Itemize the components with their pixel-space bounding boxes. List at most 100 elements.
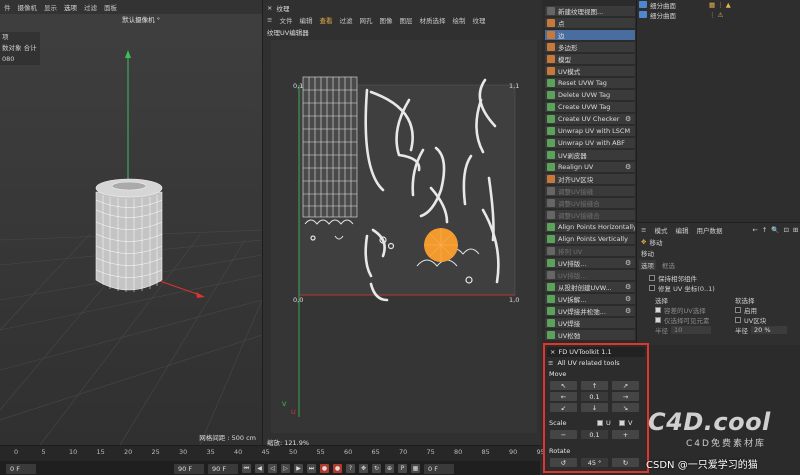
command-item[interactable]: Create UVW Tag [545, 102, 635, 113]
last-frame-icon[interactable]: ⏭ [307, 464, 316, 473]
menu-icon[interactable]: ≡ [641, 226, 646, 234]
command-item[interactable]: 新建纹理视图... [545, 6, 635, 17]
attr-menu-2[interactable]: 用户数据 [696, 225, 722, 235]
move-up-button[interactable]: ↑ [581, 381, 608, 390]
menu-icon[interactable]: ≡ [548, 359, 553, 367]
opt-visible-only[interactable]: 仅选择可见元素 [655, 315, 710, 325]
scale-down-button[interactable]: − [550, 430, 577, 439]
object-row[interactable]: 细分曲面 ▦ ⋮ ▲ [639, 0, 731, 10]
uv-menu-1[interactable]: 编辑 [299, 15, 312, 25]
command-item[interactable]: UV剥皮器 [545, 150, 635, 161]
command-item[interactable]: UV松弛 [545, 330, 635, 341]
radius-field[interactable]: 10 [671, 326, 711, 334]
gear-icon[interactable]: ⚙ [625, 163, 633, 171]
command-item[interactable]: Reset UVW Tag [545, 78, 635, 89]
param-key-icon[interactable]: P [398, 464, 407, 473]
play-reverse-icon[interactable]: ◁ [268, 464, 277, 473]
uv-menu-4[interactable]: 网孔 [359, 15, 372, 25]
opt-keep-adjacent[interactable]: 保持相邻组件 [649, 273, 697, 283]
soft-radius[interactable]: 半径 20 % [735, 325, 787, 335]
checkbox[interactable] [655, 317, 661, 323]
uv-menu-8[interactable]: 绘制 [452, 15, 465, 25]
command-item[interactable]: UV焊接并松弛... ⚙ [545, 306, 635, 317]
scale-up-button[interactable]: + [612, 430, 639, 439]
uv-menu-7[interactable]: 材质选择 [419, 15, 445, 25]
selection-radius[interactable]: 半径 10 [655, 325, 711, 335]
scale-step-field[interactable]: 0.1 [581, 430, 608, 439]
checkbox[interactable] [619, 420, 625, 426]
checkbox[interactable] [649, 275, 655, 281]
end-frame-field[interactable]: 90 F [174, 463, 204, 474]
timeline-ruler[interactable]: 0 5 10 15 20 25 30 35 40 45 50 55 60 65 70 75 80 85 90 95 [0, 446, 545, 461]
uv-menu-9[interactable]: 纹理 [472, 15, 485, 25]
prev-key-icon[interactable]: ◀ [255, 464, 264, 473]
viewport-menu-4[interactable]: 过滤 [84, 2, 97, 12]
rotate-step-field[interactable]: 45 ° [581, 458, 608, 467]
opt-tolerance-select[interactable]: 容差的UV选择 [655, 305, 706, 315]
command-item[interactable]: Realign UV ⚙ [545, 162, 635, 173]
rotate-key-icon[interactable]: ↻ [372, 464, 381, 473]
gear-icon[interactable]: ⚙ [625, 295, 633, 303]
command-item[interactable]: 调整UV接缝合 [545, 210, 635, 221]
viewport-menu-0[interactable]: 件 [4, 2, 11, 12]
command-item[interactable]: UV焊接 [545, 318, 635, 329]
uv-canvas[interactable]: 0,1 1,1 0,0 1,0 U V [271, 40, 537, 433]
viewport-menu-1[interactable]: 摄像机 [18, 2, 38, 12]
3d-viewport[interactable]: 件 摄像机 显示 选项 过滤 面板 默认摄像机 ° 项 数对象 合计 080 网… [0, 0, 262, 445]
rotate-ccw-button[interactable]: ↺ [550, 458, 577, 467]
command-item[interactable]: 边 [545, 30, 635, 41]
scale-v-toggle[interactable]: V [619, 419, 632, 427]
scale-u-toggle[interactable]: U [597, 419, 611, 427]
command-item[interactable]: Delete UVW Tag [545, 90, 635, 101]
object-row[interactable]: 细分曲面 ⋮ ⚠ [639, 10, 723, 20]
move-left-button[interactable]: ← [550, 392, 577, 401]
menu-icon[interactable]: ≡ [267, 16, 272, 24]
command-item[interactable]: UV排版... ⚙ [545, 258, 635, 269]
uv-menu-3[interactable]: 过滤 [339, 15, 352, 25]
command-item[interactable]: 点 [545, 18, 635, 29]
move-up-left-button[interactable]: ↖ [550, 381, 577, 390]
uv-layout[interactable] [271, 40, 537, 433]
gear-icon[interactable]: ⚙ [625, 115, 633, 123]
preview-end-field[interactable]: 90 F [208, 463, 238, 474]
checkbox[interactable] [735, 317, 741, 323]
command-item[interactable]: Align Points Horizontally [545, 222, 635, 233]
command-item[interactable]: Align Points Vertically [545, 234, 635, 245]
checkbox[interactable] [597, 420, 603, 426]
grid-key-icon[interactable]: ▦ [411, 464, 420, 473]
start-frame-field[interactable]: 0 F [6, 463, 36, 474]
nav-arrows-icon[interactable]: ←↑🔍⊡⊞ [752, 226, 800, 234]
command-item[interactable]: UV排版... [545, 270, 635, 281]
checkbox[interactable] [735, 307, 741, 313]
play-icon[interactable]: ▷ [281, 464, 290, 473]
opt-fix-uv[interactable]: 修复 UV 坐标(0..1) [649, 283, 715, 293]
tab-options[interactable]: 选项 [639, 260, 656, 270]
command-item[interactable]: Unwrap UV with LSCM [545, 126, 635, 137]
viewport-menu-3[interactable]: 选项 [64, 2, 77, 12]
uv-menu-0[interactable]: 文件 [279, 15, 292, 25]
viewport-menu-5[interactable]: 面板 [104, 2, 117, 12]
next-key-icon[interactable]: ▶ [294, 464, 303, 473]
gear-icon[interactable]: ⚙ [625, 307, 633, 315]
command-item[interactable]: 对齐UV区块 [545, 174, 635, 185]
command-item[interactable]: 排列 UV [545, 246, 635, 257]
command-item[interactable]: 调整UV接缝 [545, 186, 635, 197]
command-item[interactable]: 模型 [545, 54, 635, 65]
move-key-icon[interactable]: ✥ [359, 464, 368, 473]
move-down-right-button[interactable]: ↘ [612, 403, 639, 412]
record-icon[interactable]: ● [320, 464, 329, 473]
first-frame-icon[interactable]: ⏮ [242, 464, 251, 473]
viewport-scene[interactable] [0, 0, 262, 445]
move-step-field[interactable]: 0.1 [581, 392, 608, 401]
gear-icon[interactable]: ⚙ [625, 283, 633, 291]
opt-uv-island[interactable]: UV区块 [735, 315, 766, 325]
camera-label[interactable]: 默认摄像机 ° [122, 14, 160, 24]
scale-key-icon[interactable]: ⊕ [385, 464, 394, 473]
move-down-left-button[interactable]: ↙ [550, 403, 577, 412]
radius-field[interactable]: 20 % [751, 326, 787, 334]
checker-tag-icon[interactable]: ▦ ⋮ ▲ [709, 1, 731, 9]
command-item[interactable]: Create UV Checker ⚙ [545, 114, 635, 125]
close-icon[interactable]: × [550, 348, 555, 356]
opt-soft-enable[interactable]: 启用 [735, 305, 757, 315]
uv-menu-5[interactable]: 图像 [379, 15, 392, 25]
